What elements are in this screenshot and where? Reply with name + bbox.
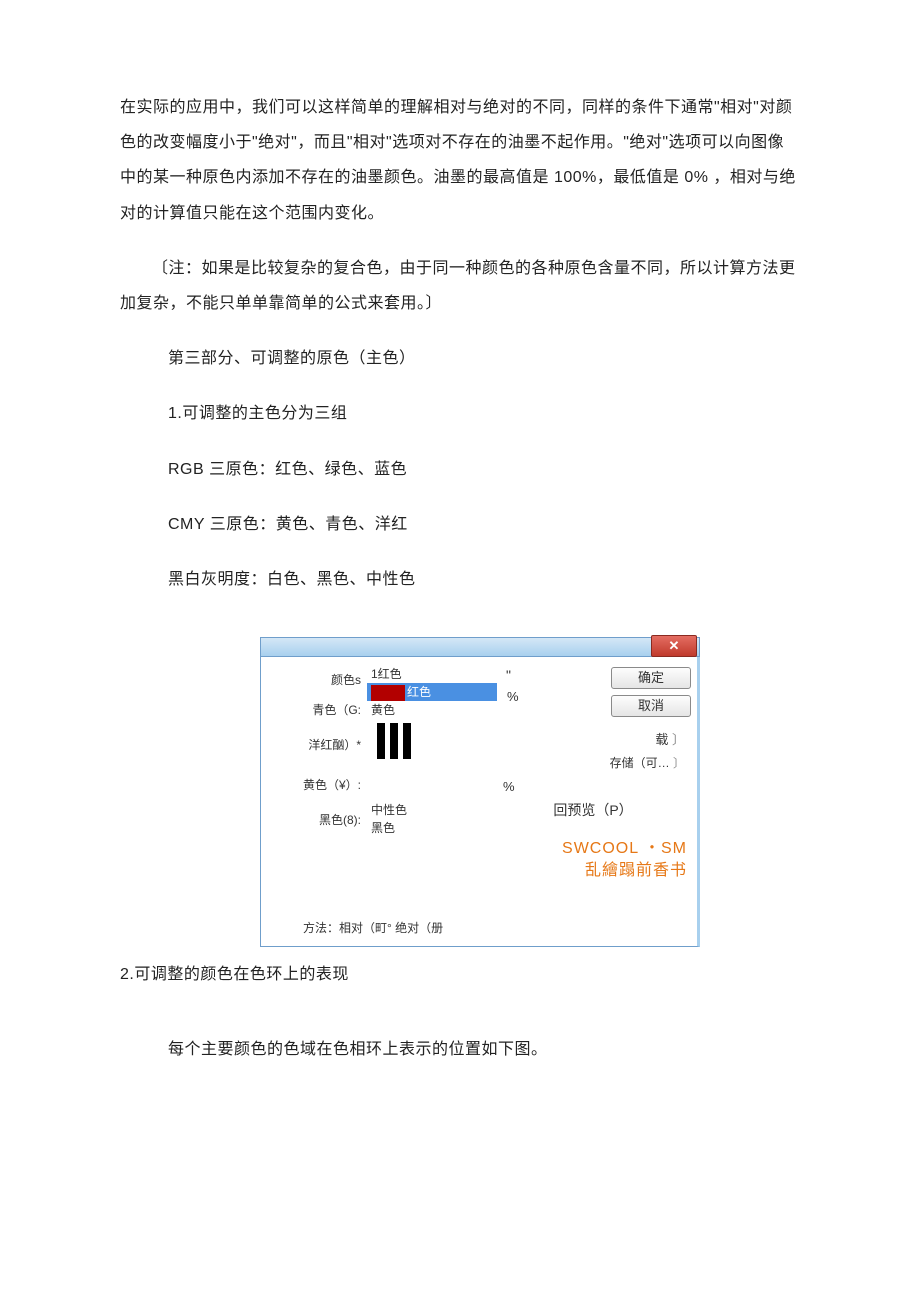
watermark: SWCOOL ・SM 乱繪蹋前香书 — [501, 838, 691, 881]
percent-symbol-2: % — [503, 779, 515, 794]
method-label: 方法：相对（町° 绝对（册 — [303, 919, 443, 936]
section3-title: 第三部分、可调整的原色（主色） — [120, 341, 800, 376]
dialog-titlebar: ✕ — [260, 637, 700, 657]
label-magenta: 洋红酗）* — [267, 725, 361, 765]
bw-line: 黑白灰明度：白色、黑色、中性色 — [120, 562, 800, 597]
section3-item-1: 1.可调整的主色分为三组 — [120, 396, 800, 431]
watermark-line-1: SWCOOL ・SM — [501, 838, 687, 860]
label-colors: 颜色s — [267, 665, 361, 695]
preview-checkbox[interactable]: 回预览（P） — [501, 800, 685, 820]
dialog-body: 颜色s 青色（G: 洋红酗）* 黄色（¥）: 黑色(8): 1红色 红色 黄色 … — [260, 657, 700, 947]
dialog-right-panel: % 确定 取消 载 存储（可… % 回预览（P） SWCOOL ・SM 乱繪蹋前… — [497, 665, 691, 938]
rgb-line: RGB 三原色：红色、绿色、蓝色 — [120, 452, 800, 487]
option-label: 中性色 — [371, 803, 407, 817]
label-cyan: 青色（G: — [267, 695, 361, 725]
cancel-button[interactable]: 取消 — [611, 695, 691, 717]
cmy-line: CMY 三原色：黄色、青色、洋红 — [120, 507, 800, 542]
dialog-screenshot: ✕ 颜色s 青色（G: 洋红酗）* 黄色（¥）: 黑色(8): 1红色 红色 黄… — [260, 637, 700, 947]
section3-2-desc: 每个主要颜色的色域在色相环上表示的位置如下图。 — [120, 1032, 800, 1067]
paragraph-note: 〔注：如果是比较复杂的复合色，由于同一种颜色的各种原色含量不同，所以计算方法更加… — [120, 251, 800, 321]
section3-item-2: 2.可调整的颜色在色环上的表现 — [120, 957, 800, 992]
slider-bars-icon — [377, 723, 497, 759]
load-link[interactable]: 载 — [501, 729, 685, 748]
option-label: 1红色 — [371, 667, 402, 681]
dialog-dropdown[interactable]: 1红色 红色 黄色 中性色 黑色 " — [367, 665, 497, 938]
close-icon: ✕ — [669, 638, 680, 654]
percent-symbol-1: % — [507, 689, 519, 704]
watermark-line-2: 乱繪蹋前香书 — [501, 860, 687, 882]
option-label: 黑色 — [371, 821, 395, 835]
label-yellow: 黄色（¥）: — [267, 765, 361, 805]
dialog-left-labels: 颜色s 青色（G: 洋红酗）* 黄色（¥）: 黑色(8): — [267, 665, 367, 938]
dropdown-option-1[interactable]: 1红色 — [367, 665, 497, 683]
option-label: 红色 — [407, 685, 431, 699]
dropdown-option-selected[interactable]: 红色 — [367, 683, 497, 701]
save-link[interactable]: 存储（可… — [501, 754, 685, 771]
dropdown-option-3[interactable]: 黄色 — [367, 701, 497, 719]
dropdown-option-4[interactable]: 中性色 — [367, 801, 497, 819]
paragraph-1: 在实际的应用中，我们可以这样简单的理解相对与绝对的不同，同样的条件下通常"相对"… — [120, 90, 800, 231]
dropdown-option-5[interactable]: 黑色 — [367, 819, 497, 837]
swatch-red-icon — [371, 685, 405, 701]
ok-button[interactable]: 确定 — [611, 667, 691, 689]
option-label: 黄色 — [371, 703, 395, 717]
label-black: 黑色(8): — [267, 805, 361, 835]
close-button[interactable]: ✕ — [651, 635, 697, 657]
